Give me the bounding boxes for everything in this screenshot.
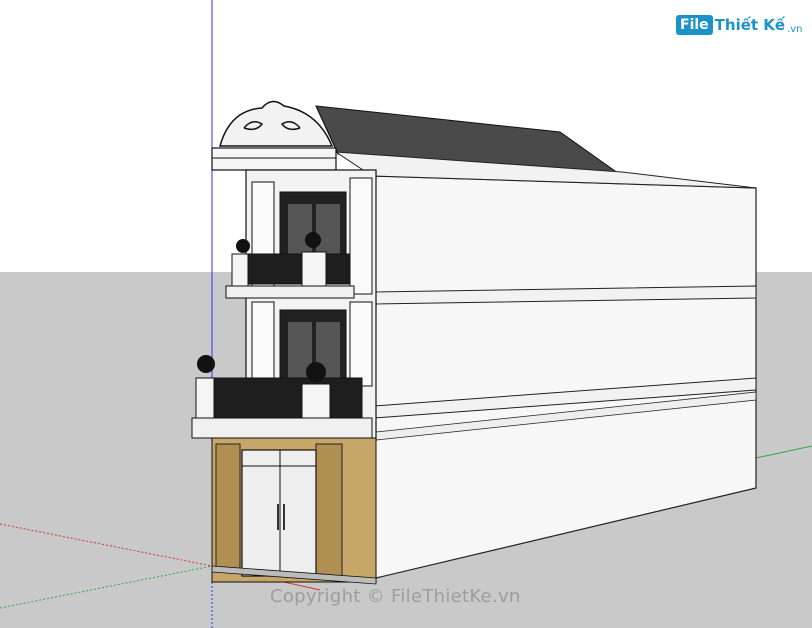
balcony-upper-slab bbox=[225, 285, 355, 299]
logo-file-text: File bbox=[676, 15, 713, 35]
balcony-lower-railing bbox=[195, 377, 363, 419]
balcony-lower-finial-left bbox=[197, 355, 215, 373]
column-right-middle bbox=[349, 301, 373, 387]
door-handle-right bbox=[283, 504, 285, 530]
pilaster-left bbox=[215, 443, 241, 573]
balcony-upper-finial-mid bbox=[305, 232, 321, 248]
balcony-upper-railing bbox=[231, 253, 351, 285]
balcony-lower-post-left bbox=[195, 377, 215, 419]
filethietke-logo: File Thiết Kế .vn bbox=[676, 12, 803, 38]
logo-tld-text: .vn bbox=[787, 24, 803, 35]
column-right-upper bbox=[349, 177, 373, 295]
copyright-watermark: Copyright © FileThietKe.vn bbox=[270, 586, 521, 607]
balcony-upper-post-left bbox=[231, 253, 249, 287]
balcony-lower-slab bbox=[191, 417, 373, 439]
pilaster-right bbox=[315, 443, 343, 577]
cornice bbox=[211, 147, 337, 171]
column-left-middle bbox=[251, 301, 275, 387]
balcony-upper-finial-left bbox=[236, 239, 250, 253]
balcony-upper-post-mid bbox=[301, 251, 327, 287]
balcony-lower-post-mid bbox=[301, 383, 331, 419]
pediment-ornament bbox=[219, 100, 334, 147]
door-handle-left bbox=[277, 504, 279, 530]
logo-name-text: Thiết Kế bbox=[714, 16, 786, 34]
balcony-lower-finial-mid bbox=[306, 362, 326, 382]
sketchup-viewport[interactable] bbox=[0, 0, 812, 628]
